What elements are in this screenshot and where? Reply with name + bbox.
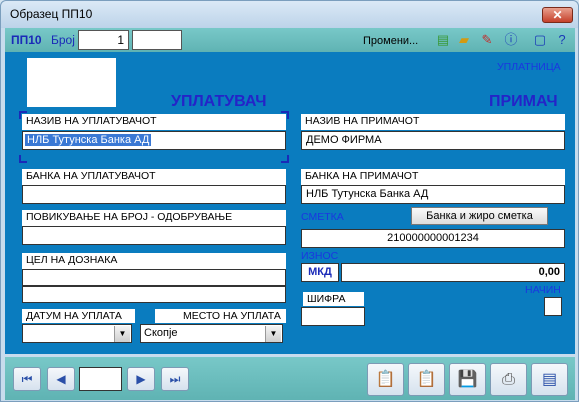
- payment-place-label: МЕСТО НА УПЛАТА: [155, 309, 286, 323]
- last-record-icon[interactable]: ⏭: [161, 367, 189, 391]
- info-icon[interactable]: ⓘ: [503, 32, 519, 48]
- close-button[interactable]: ✕: [542, 7, 573, 23]
- reference-label: ПОВИКУВАЊЕ НА БРОЈ - ОДОБРУВАЊЕ: [22, 210, 286, 226]
- purpose-line-1[interactable]: [22, 269, 286, 286]
- recipient-name-label: НАЗИВ НА ПРИМАЧОТ: [301, 114, 565, 130]
- payment-place-value: Скопје: [144, 327, 178, 339]
- print-icon[interactable]: ⎙: [490, 363, 527, 396]
- account-label: СМЕТКА: [301, 211, 344, 223]
- bottom-toolbar: ⏮ ◀ ▶ ⏭ 📋 📋 💾 ⎙ ▤: [5, 357, 575, 400]
- chevron-down-icon[interactable]: ▼: [265, 326, 281, 342]
- amount-field[interactable]: 0,00: [341, 263, 565, 282]
- secondary-number-input[interactable]: [132, 30, 182, 50]
- amount-label: ИЗНОС: [301, 250, 339, 262]
- save-icon[interactable]: 💾: [449, 363, 486, 396]
- chevron-down-icon[interactable]: ▼: [114, 326, 130, 342]
- recipient-bank-label: БАНКА НА ПРИМАЧОТ: [301, 169, 565, 185]
- next-record-icon[interactable]: ▶: [127, 367, 155, 391]
- status-text: Промени...: [363, 35, 419, 47]
- bank-account-button[interactable]: Банка и жиро сметка: [411, 207, 548, 225]
- selection-corner-br: [281, 155, 289, 163]
- form-type-label: УПЛАТНИЦА: [497, 61, 561, 73]
- first-record-icon[interactable]: ⏮: [13, 367, 41, 391]
- payment-date-label: ДАТУМ НА УПЛАТА: [22, 309, 135, 323]
- help-icon[interactable]: ?: [554, 32, 570, 48]
- payer-name-field[interactable]: НЛБ Тутунска Банка АД: [22, 131, 286, 150]
- payer-name-value: НЛБ Тутунска Банка АД: [25, 134, 152, 146]
- logo-placeholder: [27, 58, 116, 107]
- payer-bank-field[interactable]: [22, 185, 286, 204]
- window-title: Образец ПП10: [10, 7, 93, 21]
- code-field[interactable]: [301, 307, 365, 326]
- add-document-icon[interactable]: 📋: [367, 363, 404, 396]
- payment-date-select[interactable]: ▼: [22, 324, 132, 343]
- document-icon[interactable]: ▤: [435, 32, 451, 48]
- reference-field[interactable]: [22, 226, 286, 245]
- payer-bank-label: БАНКА НА УПЛАТУВАЧОТ: [22, 169, 286, 185]
- window-icon[interactable]: ▢: [532, 32, 548, 48]
- remove-document-icon[interactable]: 📋: [408, 363, 445, 396]
- recipient-bank-field[interactable]: НЛБ Тутунска Банка АД: [301, 185, 565, 204]
- currency-field: МКД: [301, 263, 339, 282]
- method-field[interactable]: [544, 297, 562, 316]
- purpose-label: ЦЕЛ НА ДОЗНАКА: [22, 253, 286, 269]
- folder-icon[interactable]: ▰: [456, 32, 472, 48]
- form-panel: УПЛАТНИЦА УПЛАТУВАЧ ПРИМАЧ НАЗИВ НА УПЛА…: [5, 52, 575, 354]
- page-icon[interactable]: ▤: [531, 363, 568, 396]
- recipient-title: ПРИМАЧ: [489, 93, 558, 110]
- number-label: Број: [51, 33, 75, 47]
- title-bar: Образец ПП10 ✕: [1, 1, 578, 28]
- recipient-name-field[interactable]: ДЕМО ФИРМА: [301, 131, 565, 150]
- pen-icon[interactable]: ✎: [479, 32, 495, 48]
- record-number-input[interactable]: [79, 367, 122, 391]
- number-input[interactable]: 1: [78, 30, 129, 50]
- account-field[interactable]: 210000000001234: [301, 229, 565, 248]
- previous-record-icon[interactable]: ◀: [47, 367, 75, 391]
- window: Образец ПП10 ✕ ПП10 Број 1 Промени... ▤ …: [0, 0, 579, 402]
- payment-place-select[interactable]: Скопје ▼: [140, 324, 283, 343]
- method-label: НАЧИН: [525, 284, 561, 296]
- payer-name-label: НАЗИВ НА УПЛАТУВАЧОТ: [22, 114, 286, 130]
- toolbar: ПП10 Број 1 Промени... ▤ ▰ ✎ ⓘ ▢ ?: [5, 28, 575, 52]
- purpose-line-2[interactable]: [22, 286, 286, 303]
- payer-title: УПЛАТУВАЧ: [171, 93, 267, 110]
- code-label: ШИФРА: [303, 292, 364, 306]
- selection-corner-bl: [19, 155, 27, 163]
- form-code: ПП10: [11, 33, 42, 47]
